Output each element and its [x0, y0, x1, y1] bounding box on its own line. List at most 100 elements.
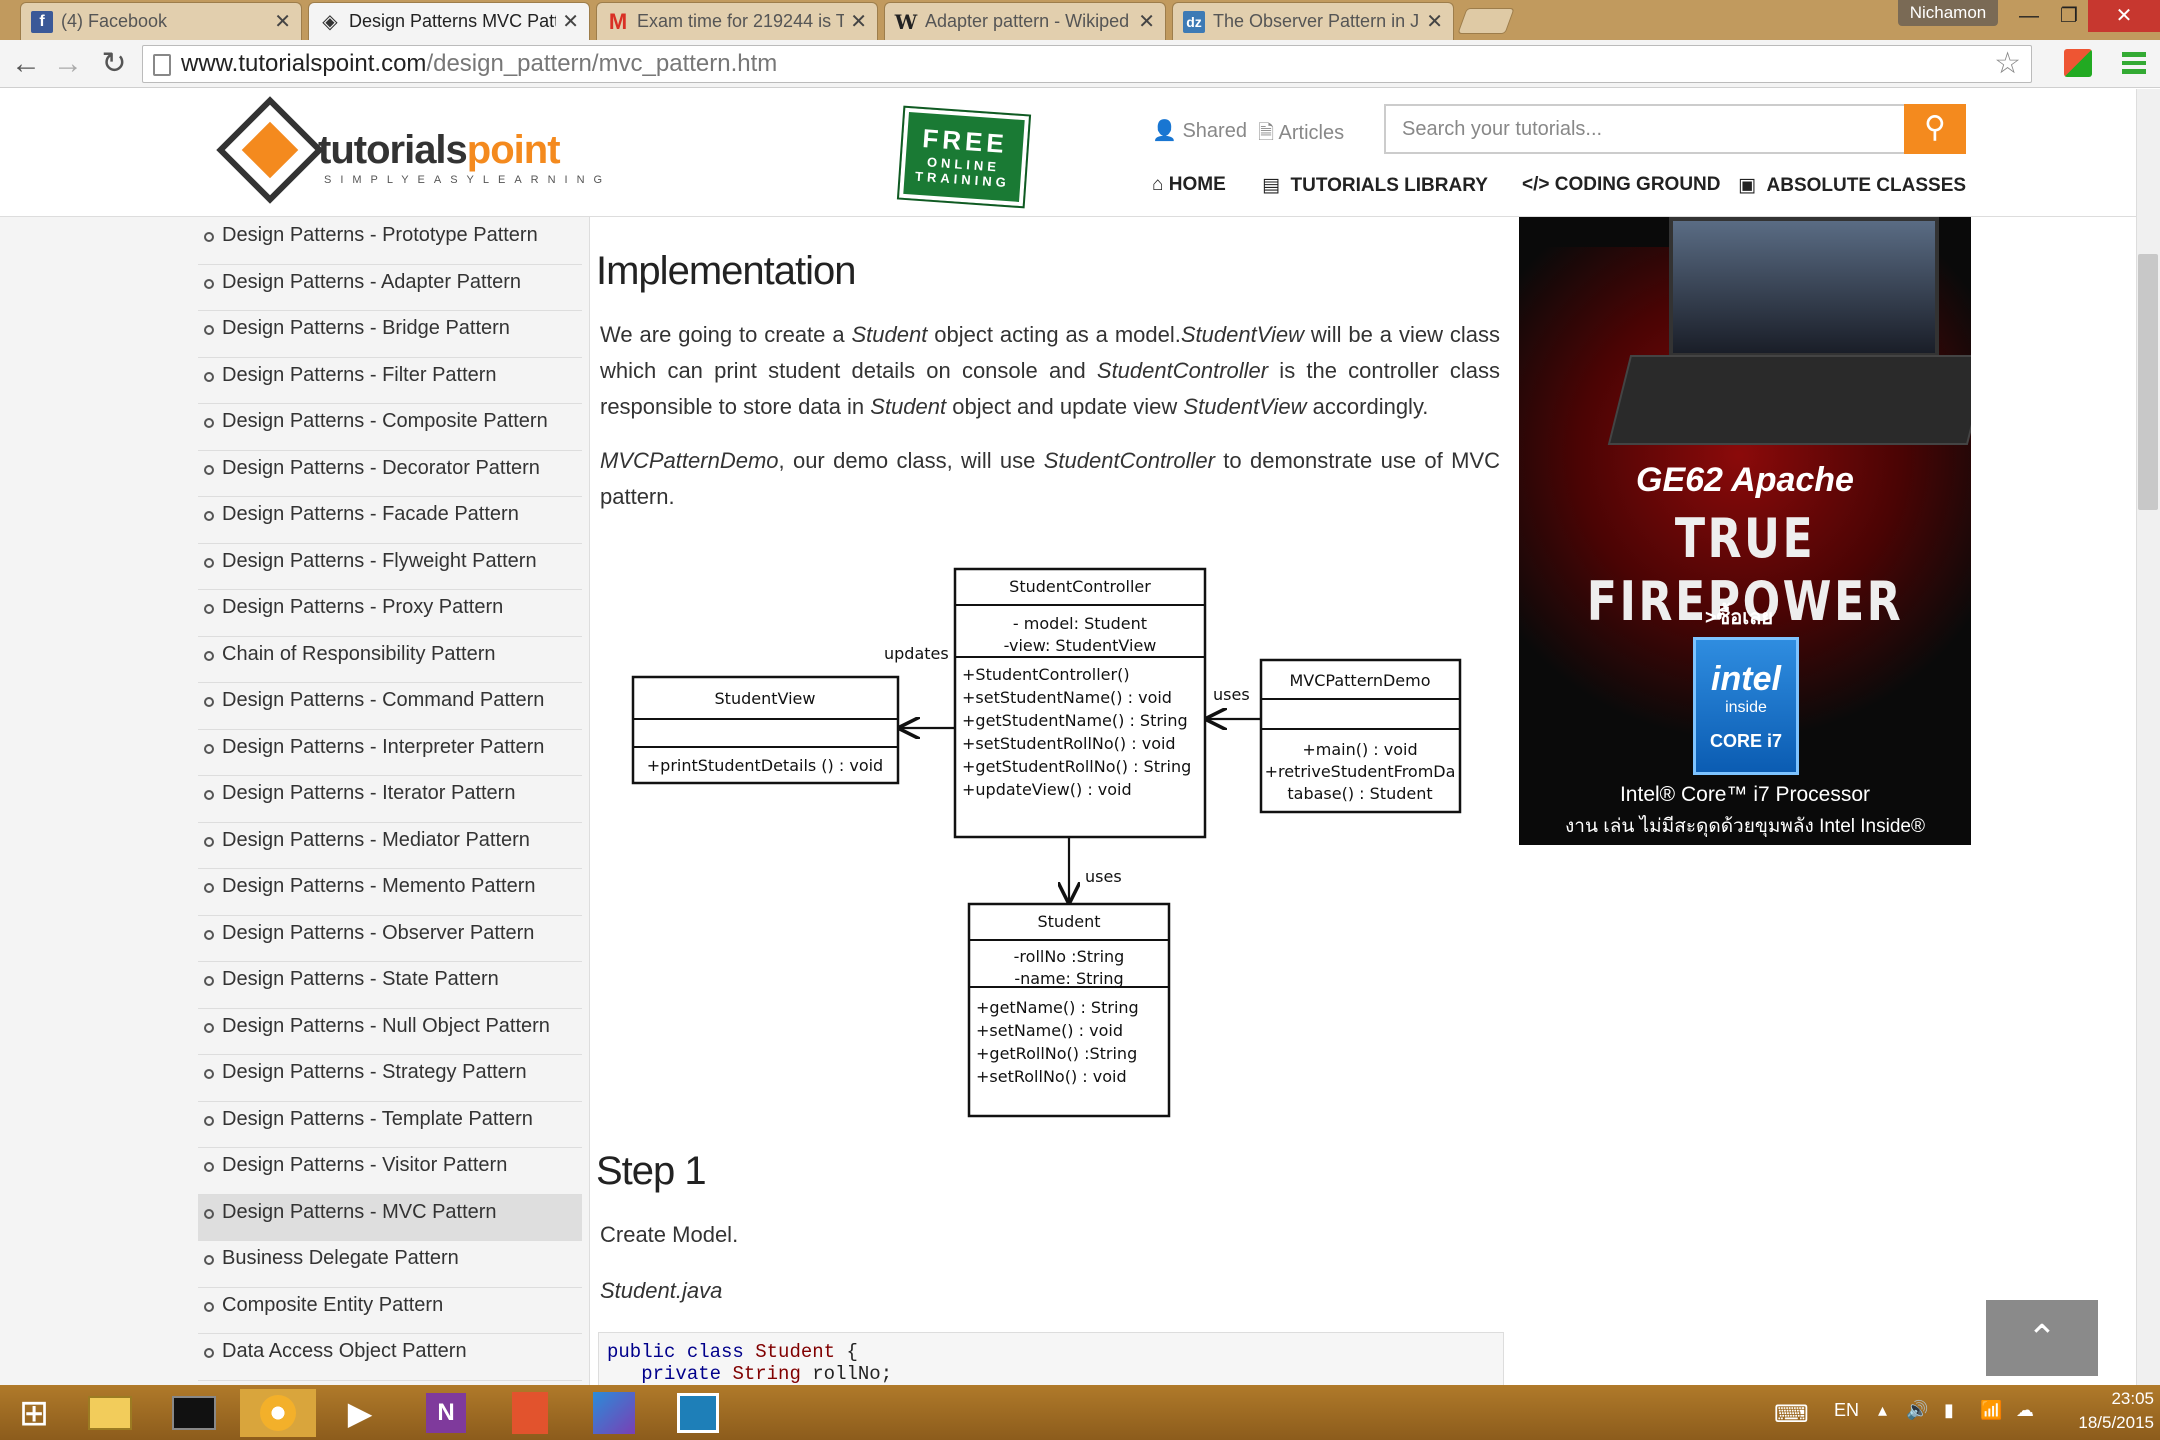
sidebar-item[interactable]: Design Patterns - Facade Pattern [198, 497, 582, 544]
user-icon: 👤 [1152, 120, 1177, 142]
code-block[interactable]: public class Student { private String ro… [598, 1332, 1504, 1385]
sidebar-item[interactable]: Design Patterns - Null Object Pattern [198, 1009, 582, 1055]
intro-paragraph: We are going to create a Student object … [600, 322, 1500, 419]
sidebar-item[interactable]: Design Patterns - Interpreter Pattern [198, 730, 582, 776]
tab-dzone[interactable]: dz The Observer Pattern in Ja ✕ [1172, 2, 1454, 40]
close-tab-icon[interactable]: ✕ [1138, 9, 1155, 34]
system-clock[interactable]: 23:05 18/5/2015 [2050, 1387, 2154, 1435]
taskbar-explorer[interactable] [80, 1389, 140, 1437]
library-icon: ▤ [1262, 175, 1280, 196]
sidebar-item-label: Design Patterns - Interpreter Pattern [222, 735, 545, 758]
language-indicator[interactable]: EN [1834, 1400, 1859, 1421]
window-close-icon[interactable]: ✕ [2088, 0, 2160, 32]
scrollbar-thumb[interactable] [2138, 254, 2158, 510]
weather-icon[interactable]: ☁ [2016, 1400, 2034, 1421]
sidebar-item[interactable]: Design Patterns - Bridge Pattern [198, 311, 582, 358]
sidebar-item[interactable]: Design Patterns - Iterator Pattern [198, 776, 582, 823]
nav-home[interactable]: ⌂ HOME [1152, 174, 1226, 196]
tray-expand-icon[interactable]: ▴ [1878, 1400, 1887, 1421]
taskbar-media-player[interactable]: ▶ [330, 1389, 390, 1437]
new-tab-button[interactable] [1457, 8, 1515, 34]
battery-icon[interactable]: ▮ [1944, 1400, 1954, 1421]
sidebar-item-label: Composite Entity Pattern [222, 1293, 444, 1316]
sidebar-item-label: Design Patterns - Strategy Pattern [222, 1061, 527, 1083]
forward-icon[interactable]: → [50, 46, 86, 82]
advertisement-banner[interactable]: GE62 Apache TRUE FIREPOWER >ซื้อเลย inte… [1519, 217, 1971, 845]
back-icon[interactable]: ← [8, 46, 44, 82]
profile-button[interactable]: Nichamon [1898, 0, 1998, 26]
wikipedia-icon: W [894, 9, 918, 34]
taskbar-intellij[interactable] [584, 1389, 644, 1437]
site-logo[interactable]: tutorialspoint SIMPLYEASYLEARNING [212, 96, 612, 208]
sidebar-item-label: Data Access Object Pattern [222, 1340, 467, 1362]
tab-gmail[interactable]: M Exam time for 219244 is T ✕ [596, 2, 878, 40]
close-tab-icon[interactable]: ✕ [850, 9, 867, 34]
close-tab-icon[interactable]: ✕ [274, 9, 291, 34]
keyboard-icon[interactable]: ⌨ [1774, 1400, 1809, 1429]
search-input[interactable]: Search your tutorials... [1384, 104, 1966, 154]
shared-link[interactable]: 👤 Shared [1152, 118, 1247, 143]
close-tab-icon[interactable]: ✕ [562, 9, 579, 34]
nav-absolute-classes[interactable]: ▣ ABSOLUTE CLASSES [1738, 174, 1966, 197]
sidebar-item[interactable]: Design Patterns - Flyweight Pattern [198, 544, 582, 590]
uml-class-name: MVCPatternDemo [1289, 671, 1430, 690]
intellij-icon [593, 1392, 635, 1434]
tab-mvc-pattern[interactable]: ◈ Design Patterns MVC Patt ✕ [308, 2, 590, 40]
taskbar-pdf-app[interactable] [500, 1389, 560, 1437]
close-tab-icon[interactable]: ✕ [1426, 9, 1443, 34]
tab-wikipedia[interactable]: W Adapter pattern - Wikiped ✕ [884, 2, 1166, 40]
sidebar-item[interactable]: Design Patterns - State Pattern [198, 962, 582, 1009]
sidebar-item[interactable]: Design Patterns - Memento Pattern [198, 869, 582, 916]
page-icon [153, 54, 171, 76]
nav-coding-ground[interactable]: </> CODING GROUND [1522, 174, 1721, 196]
code-line: private String rollNo; [641, 1363, 893, 1385]
intel-inside: inside [1725, 699, 1767, 716]
reload-icon[interactable]: ↻ [96, 46, 132, 82]
sidebar-item[interactable]: Design Patterns - Visitor Pattern [198, 1148, 582, 1195]
nav-tutorials-library[interactable]: ▤ TUTORIALS LIBRARY [1262, 174, 1488, 197]
sidebar-item[interactable]: Design Patterns - Strategy Pattern [198, 1055, 582, 1102]
bullet-icon [204, 883, 214, 893]
articles-link[interactable]: 🗎 Articles [1258, 118, 1344, 152]
sidebar-item[interactable]: Composite Entity Pattern [198, 1288, 582, 1334]
sidebar-item[interactable]: Design Patterns - Proxy Pattern [198, 590, 582, 637]
clock-time: 23:05 [2111, 1389, 2154, 1408]
uml-class-name: Student [1038, 912, 1101, 931]
sidebar-item[interactable]: Design Patterns - Mediator Pattern [198, 823, 582, 869]
logo-wordmark: tutorialspoint [318, 128, 561, 173]
bookmark-star-icon[interactable]: ☆ [1994, 46, 2021, 82]
sidebar-item[interactable]: Design Patterns - MVC Pattern [198, 1194, 582, 1241]
sidebar-item[interactable]: Design Patterns - Filter Pattern [198, 358, 582, 404]
uml-operation: +getStudentName() : String [962, 711, 1188, 730]
volume-icon[interactable]: 🔊 [1906, 1400, 1928, 1421]
bullet-icon [204, 278, 214, 289]
back-to-top-button[interactable]: ⌃ [1986, 1300, 2098, 1376]
start-button[interactable]: ⊞ [4, 1389, 64, 1437]
search-button[interactable]: ⚲ [1904, 104, 1966, 154]
sidebar-item[interactable]: Data Access Object Pattern [198, 1334, 582, 1381]
taskbar-cmd[interactable] [164, 1389, 224, 1437]
sidebar-item[interactable]: Design Patterns - Composite Pattern [198, 404, 582, 451]
logo-word-b: point [466, 128, 561, 172]
free-training-badge[interactable]: FREE ONLINE TRAINING [896, 105, 1032, 209]
sidebar-item[interactable]: Design Patterns - Adapter Pattern [198, 265, 582, 311]
sidebar-item[interactable]: Design Patterns - Decorator Pattern [198, 451, 582, 497]
tutorial-sidebar: Design Patterns - Prototype Pattern Desig… [0, 217, 590, 1385]
taskbar-onenote[interactable]: N [416, 1389, 476, 1437]
sidebar-item[interactable]: Design Patterns - Template Pattern [198, 1102, 582, 1148]
tab-facebook[interactable]: f (4) Facebook ✕ [20, 2, 302, 40]
taskbar-chrome[interactable] [240, 1389, 316, 1437]
sidebar-item[interactable]: Design Patterns - Observer Pattern [198, 916, 582, 962]
address-bar[interactable]: www.tutorialspoint.com/design_pattern/mv… [142, 45, 2032, 83]
network-icon[interactable]: 📶 [1980, 1400, 2002, 1421]
ad-cta[interactable]: >ซื้อเลย [1705, 601, 1773, 633]
sidebar-item[interactable]: Business Delegate Pattern [198, 1241, 582, 1288]
extension-icon[interactable] [2064, 49, 2092, 77]
browser-menu-icon[interactable] [2122, 52, 2146, 74]
intel-brand: intel [1711, 660, 1781, 698]
sidebar-item[interactable]: Design Patterns - Command Pattern [198, 683, 582, 730]
sidebar-item[interactable]: Design Patterns - Prototype Pattern [198, 218, 582, 265]
sidebar-item[interactable]: Chain of Responsibility Pattern [198, 637, 582, 683]
uml-operation: +updateView() : void [962, 780, 1132, 799]
taskbar-photos[interactable] [668, 1389, 728, 1437]
